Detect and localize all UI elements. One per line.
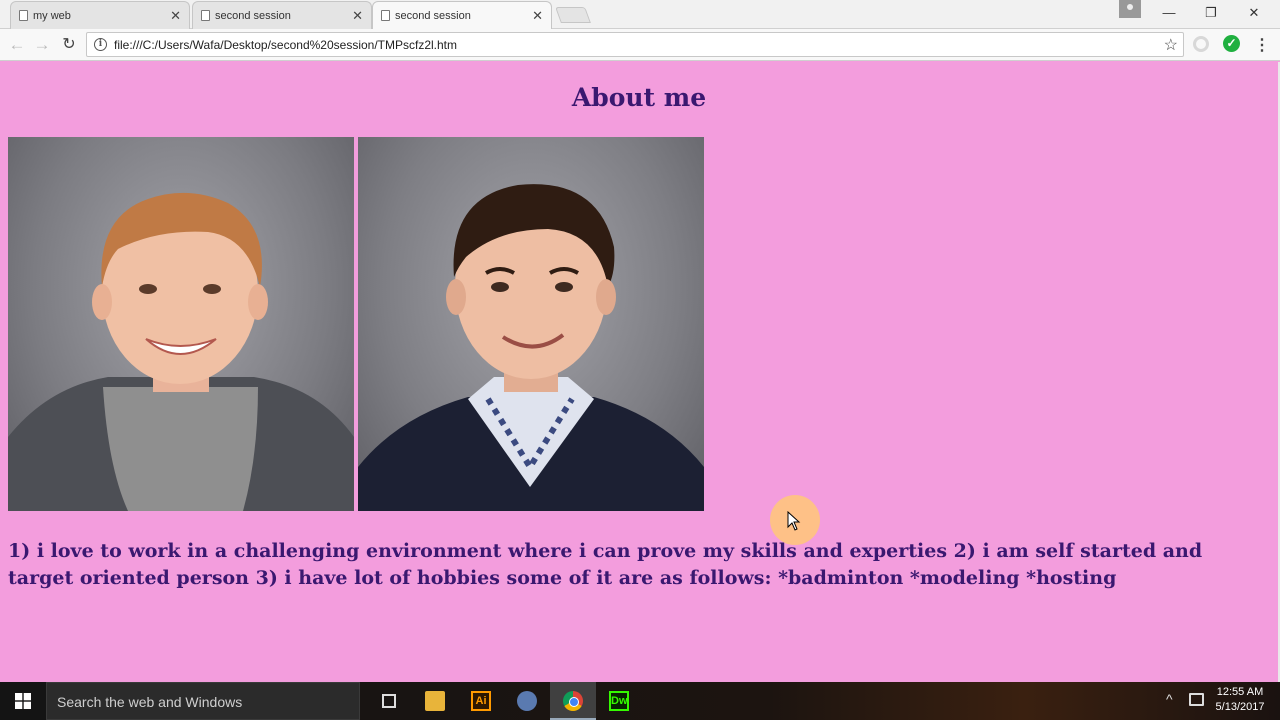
info-icon[interactable]: i bbox=[94, 38, 107, 51]
search-placeholder: Search the web and Windows bbox=[57, 694, 243, 710]
tab-title: second session bbox=[395, 9, 471, 22]
boy-photo bbox=[8, 137, 354, 511]
extension-check-icon[interactable]: ✓ bbox=[1223, 35, 1240, 52]
task-view-icon bbox=[382, 694, 396, 708]
chrome-button[interactable] bbox=[550, 682, 596, 720]
dreamweaver-button[interactable]: Dw bbox=[596, 682, 642, 720]
extension-icon[interactable] bbox=[1193, 36, 1209, 52]
man-photo bbox=[358, 137, 704, 511]
profile-icon[interactable] bbox=[1119, 0, 1141, 18]
illustrator-button[interactable]: Ai bbox=[458, 682, 504, 720]
close-window-button[interactable]: ✕ bbox=[1239, 3, 1269, 23]
illustrator-icon: Ai bbox=[471, 691, 491, 711]
address-bar[interactable]: i file:///C:/Users/Wafa/Desktop/second%2… bbox=[86, 32, 1184, 57]
edge-icon bbox=[517, 691, 537, 711]
taskbar-search-box[interactable]: Search the web and Windows bbox=[46, 682, 360, 720]
page-icon bbox=[19, 10, 28, 21]
web-page: About me 1) i love to work in a challeng… bbox=[0, 62, 1278, 682]
dreamweaver-icon: Dw bbox=[609, 691, 629, 711]
tab-second-session[interactable]: second session ✕ bbox=[192, 1, 372, 29]
minimize-button[interactable]: — bbox=[1154, 3, 1184, 23]
browser-toolbar: ← → ↻ i file:///C:/Users/Wafa/Desktop/se… bbox=[0, 29, 1280, 61]
clock-time: 12:55 AM bbox=[1216, 686, 1264, 698]
tab-title: second session bbox=[215, 9, 291, 22]
boy-portrait-illustration bbox=[8, 192, 354, 511]
mouse-cursor-icon bbox=[787, 511, 801, 531]
file-explorer-button[interactable] bbox=[412, 682, 458, 720]
task-view-button[interactable] bbox=[366, 682, 412, 720]
tab-strip: my web ✕ second session ✕ second session… bbox=[0, 0, 1280, 29]
tab-second-session-active[interactable]: second session ✕ bbox=[372, 1, 552, 29]
close-tab-icon[interactable]: ✕ bbox=[170, 8, 181, 24]
bookmark-star-icon[interactable]: ☆ bbox=[1164, 35, 1178, 55]
tab-title: my web bbox=[33, 9, 71, 22]
browser-menu-icon[interactable]: ⋮ bbox=[1254, 35, 1270, 55]
restore-button[interactable]: ❐ bbox=[1196, 3, 1226, 23]
system-clock[interactable]: 12:55 AM 5/13/2017 bbox=[1210, 685, 1270, 715]
page-icon bbox=[201, 10, 210, 21]
windows-logo-icon bbox=[15, 693, 31, 709]
start-button[interactable] bbox=[0, 682, 46, 720]
about-paragraph: 1) i love to work in a challenging envir… bbox=[8, 540, 1203, 589]
reload-button[interactable]: ↻ bbox=[58, 34, 80, 56]
forward-button[interactable]: → bbox=[31, 34, 53, 56]
tab-my-web[interactable]: my web ✕ bbox=[10, 1, 190, 29]
file-explorer-icon bbox=[425, 691, 445, 711]
page-title: About me bbox=[571, 83, 707, 112]
browser-app-button[interactable] bbox=[504, 682, 550, 720]
chrome-icon bbox=[563, 691, 583, 711]
close-tab-icon[interactable]: ✕ bbox=[532, 8, 543, 24]
url-text[interactable]: file:///C:/Users/Wafa/Desktop/second%20s… bbox=[114, 38, 457, 52]
man-portrait-illustration bbox=[358, 184, 704, 511]
new-tab-button[interactable] bbox=[555, 7, 591, 23]
close-tab-icon[interactable]: ✕ bbox=[352, 8, 363, 24]
action-center-icon[interactable] bbox=[1189, 693, 1204, 706]
clock-date: 5/13/2017 bbox=[1215, 701, 1265, 713]
back-button[interactable]: ← bbox=[6, 34, 28, 56]
show-hidden-icons-chevron-icon[interactable]: ^ bbox=[1166, 691, 1173, 707]
page-icon bbox=[381, 10, 390, 21]
taskbar: Search the web and Windows Ai Dw ^ 12:55… bbox=[0, 682, 1280, 720]
